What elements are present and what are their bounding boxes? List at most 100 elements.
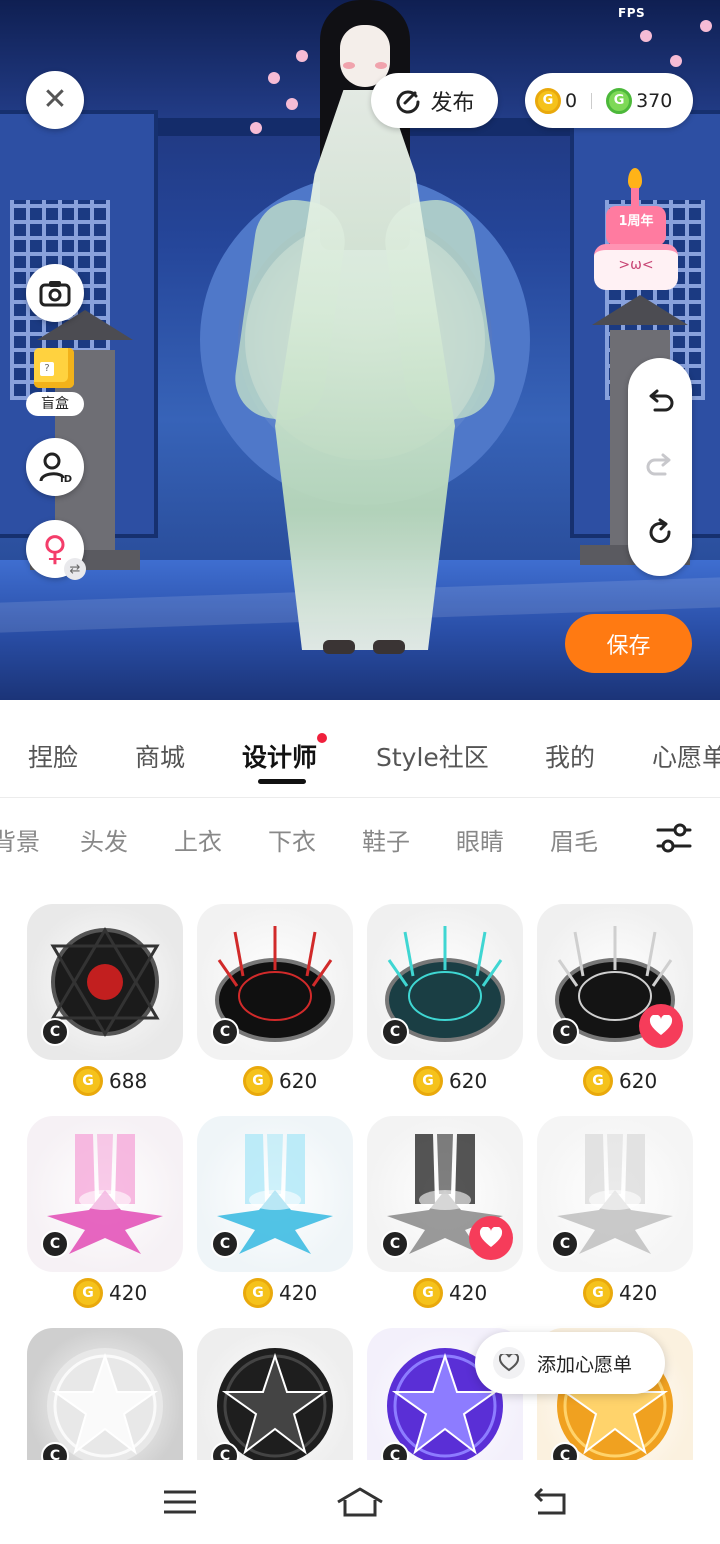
item-card[interactable]: C G 420 bbox=[367, 1116, 523, 1308]
item-artwork bbox=[217, 1348, 333, 1460]
undo-button[interactable] bbox=[640, 382, 680, 422]
item-price-value: 420 bbox=[109, 1281, 148, 1305]
character-shoe bbox=[323, 640, 355, 654]
tab-style-community[interactable]: Style社区 bbox=[376, 738, 489, 774]
creator-badge-icon: C bbox=[211, 1230, 239, 1258]
item-card[interactable]: C G 620 bbox=[537, 904, 693, 1096]
tab-face[interactable]: 捏脸 bbox=[28, 738, 78, 774]
item-thumbnail[interactable]: C bbox=[197, 1328, 353, 1460]
item-thumbnail[interactable]: C bbox=[367, 904, 523, 1060]
item-card[interactable]: C G 688 bbox=[27, 904, 183, 1096]
coin-icon: G bbox=[73, 1278, 103, 1308]
tab-mine[interactable]: 我的 bbox=[545, 738, 595, 774]
creator-badge-icon: C bbox=[41, 1230, 69, 1258]
blindbox-button[interactable]: ? 盲盒 bbox=[26, 346, 84, 416]
system-nav-bar bbox=[0, 1460, 720, 1544]
item-card[interactable]: C bbox=[27, 1328, 183, 1460]
item-thumbnail[interactable]: C bbox=[537, 904, 693, 1060]
blindbox-label: 盲盒 bbox=[26, 392, 84, 416]
user-id-icon: ID bbox=[39, 452, 72, 484]
currency-divider bbox=[591, 92, 593, 109]
coin-icon: G bbox=[535, 87, 561, 114]
add-to-wishlist-popup[interactable]: 添加心愿单 bbox=[475, 1332, 665, 1394]
edit-history-toolbar bbox=[628, 358, 692, 576]
coin-icon: G bbox=[583, 1066, 613, 1096]
close-button[interactable]: ✕ bbox=[26, 71, 84, 129]
item-price: G 420 bbox=[413, 1278, 487, 1308]
item-price: G 688 bbox=[73, 1066, 147, 1096]
item-thumbnail[interactable]: C bbox=[537, 1116, 693, 1272]
category-hair[interactable]: 头发 bbox=[80, 822, 128, 857]
item-price: G 420 bbox=[73, 1278, 147, 1308]
publish-label: 发布 bbox=[430, 90, 475, 116]
menu-button[interactable] bbox=[156, 1482, 204, 1522]
favorite-button[interactable] bbox=[469, 1216, 513, 1260]
candle-flame-icon bbox=[628, 168, 642, 190]
category-top[interactable]: 上衣 bbox=[174, 822, 222, 857]
creator-badge-icon: C bbox=[551, 1018, 579, 1046]
character-shoe bbox=[373, 640, 405, 654]
tab-designer-label: 设计师 bbox=[242, 743, 318, 772]
item-thumbnail[interactable]: C bbox=[27, 1116, 183, 1272]
gender-switch-button[interactable]: ♀ ⇄ bbox=[26, 520, 86, 580]
active-tab-indicator bbox=[258, 779, 306, 784]
heart-filled-icon bbox=[479, 1227, 503, 1247]
heart-filled-icon bbox=[649, 1015, 673, 1035]
tab-designer[interactable]: 设计师 bbox=[242, 733, 328, 774]
coin-icon: G bbox=[243, 1066, 273, 1096]
save-button[interactable]: 保存 bbox=[565, 614, 692, 673]
item-price: G 620 bbox=[243, 1066, 317, 1096]
back-button[interactable] bbox=[526, 1482, 574, 1522]
item-card[interactable]: C G 420 bbox=[27, 1116, 183, 1308]
fps-indicator: FPS bbox=[618, 6, 646, 20]
item-price-value: 688 bbox=[109, 1069, 148, 1093]
item-thumbnail[interactable]: C bbox=[367, 1116, 523, 1272]
gem-balance: 370 bbox=[636, 89, 673, 112]
item-thumbnail[interactable]: C bbox=[27, 904, 183, 1060]
redo-button[interactable] bbox=[640, 446, 680, 486]
camera-button[interactable] bbox=[26, 264, 84, 322]
coin-icon: G bbox=[583, 1278, 613, 1308]
tab-wishlist[interactable]: 心愿单 bbox=[652, 738, 720, 774]
coin-icon: G bbox=[413, 1278, 443, 1308]
tab-shop[interactable]: 商城 bbox=[135, 738, 185, 774]
candle bbox=[631, 188, 639, 206]
profile-id-button[interactable]: ID bbox=[26, 438, 84, 496]
item-card[interactable]: C G 620 bbox=[367, 904, 523, 1096]
filter-button[interactable] bbox=[652, 818, 696, 858]
home-button[interactable] bbox=[336, 1482, 384, 1522]
publish-button[interactable]: 发布 bbox=[371, 73, 498, 128]
category-background[interactable]: 背景 bbox=[0, 822, 40, 857]
creator-badge-icon: C bbox=[551, 1230, 579, 1258]
refresh-icon bbox=[649, 518, 671, 543]
item-thumbnail[interactable]: C bbox=[197, 904, 353, 1060]
currency-balance[interactable]: G 0 G 370 bbox=[525, 73, 693, 128]
item-thumbnail[interactable]: C bbox=[197, 1116, 353, 1272]
anniversary-cake-event[interactable]: 1周年 >ω< bbox=[590, 168, 682, 296]
female-icon: ♀ bbox=[42, 529, 68, 569]
item-price-value: 420 bbox=[619, 1281, 658, 1305]
item-thumbnail[interactable]: C bbox=[27, 1328, 183, 1460]
home-icon bbox=[337, 1487, 383, 1517]
item-card[interactable]: C G 620 bbox=[197, 904, 353, 1096]
item-card[interactable]: C G 420 bbox=[197, 1116, 353, 1308]
item-price: G 620 bbox=[583, 1066, 657, 1096]
category-bottom[interactable]: 下衣 bbox=[268, 822, 316, 857]
menu-icon bbox=[164, 1490, 196, 1514]
coin-icon: G bbox=[413, 1066, 443, 1096]
back-icon bbox=[534, 1487, 566, 1515]
heart-outline-icon bbox=[493, 1347, 525, 1379]
favorite-button[interactable] bbox=[639, 1004, 683, 1048]
cake-top-label: 1周年 bbox=[618, 214, 654, 229]
reset-button[interactable] bbox=[640, 512, 680, 552]
question-mark-icon: ? bbox=[40, 362, 54, 376]
item-card[interactable]: C bbox=[197, 1328, 353, 1460]
category-shoes[interactable]: 鞋子 bbox=[362, 822, 410, 857]
cake-top: 1周年 bbox=[606, 206, 666, 246]
item-price: G 620 bbox=[413, 1066, 487, 1096]
redo-icon bbox=[646, 453, 671, 476]
creator-badge-icon: C bbox=[381, 1018, 409, 1046]
category-eyes[interactable]: 眼睛 bbox=[456, 822, 504, 857]
item-card[interactable]: C G 420 bbox=[537, 1116, 693, 1308]
category-eyebrows[interactable]: 眉毛 bbox=[550, 822, 598, 857]
